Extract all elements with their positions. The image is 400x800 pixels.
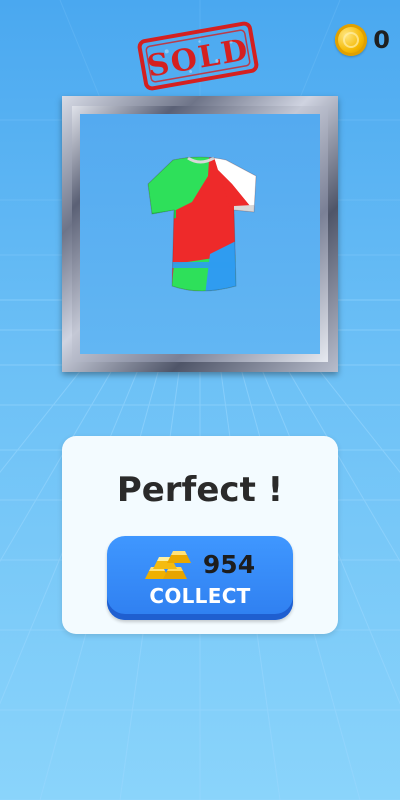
collect-button[interactable]: 954 COLLECT — [107, 536, 293, 620]
gold-coin-icon — [335, 24, 368, 56]
reward-amount: 954 — [202, 549, 256, 579]
collect-label: COLLECT — [149, 584, 251, 608]
coin-count: 0 — [373, 26, 390, 54]
tshirt-artwork — [147, 156, 257, 292]
result-panel: Perfect ! 954 COLLECT — [62, 436, 338, 634]
coin-counter: 0 — [335, 22, 390, 58]
result-title: Perfect ! — [116, 470, 284, 510]
gold-bars-icon — [144, 551, 191, 579]
frame-canvas — [80, 114, 320, 354]
picture-frame — [62, 96, 338, 372]
reward-row: 954 — [107, 548, 293, 580]
